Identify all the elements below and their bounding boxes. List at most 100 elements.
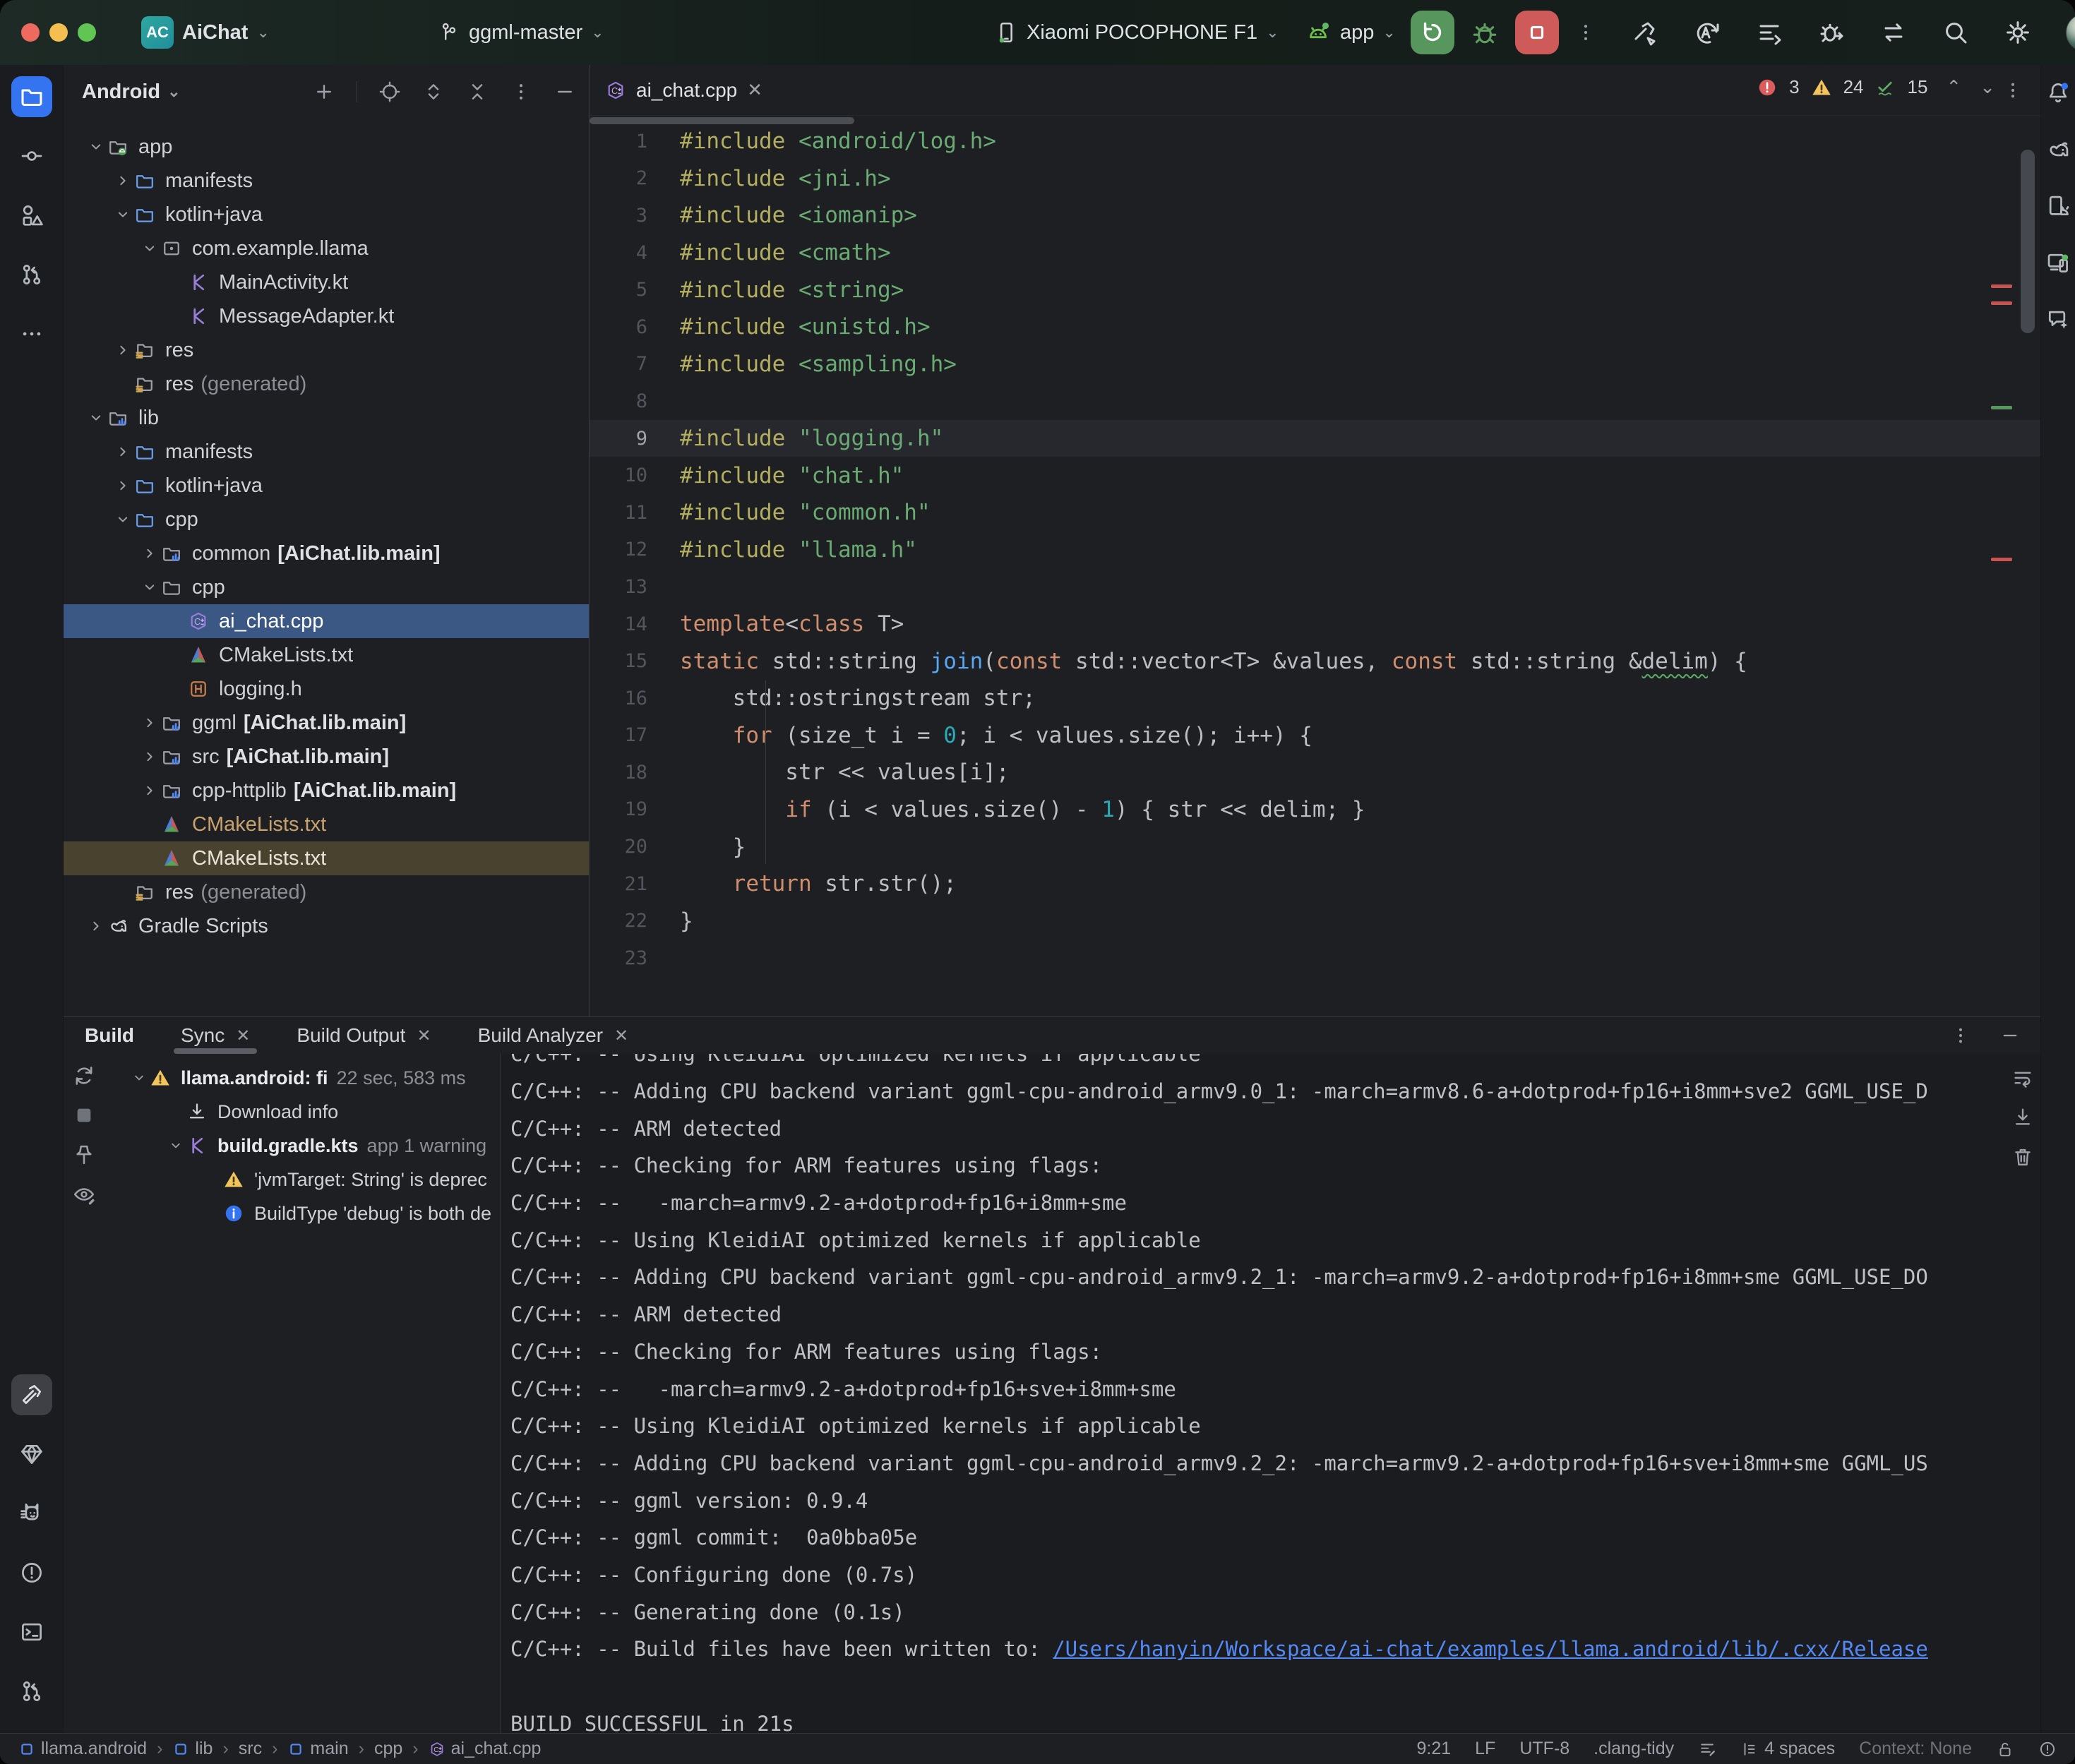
- activity-bar-item-app-quality-insights[interactable]: [11, 1434, 52, 1475]
- tree-item-cpp[interactable]: cpp: [64, 570, 589, 604]
- tree-item-src[interactable]: src[AiChat.lib.main]: [64, 740, 589, 774]
- tree-item-kotlin-java[interactable]: kotlin+java: [64, 198, 589, 232]
- inspections-widget[interactable]: 3 24 15 ⌃ ⌄: [1757, 76, 1995, 98]
- editor-scrollbar[interactable]: [2021, 150, 2035, 333]
- tree-item-res[interactable]: res(generated): [64, 367, 589, 401]
- run-configuration-selector[interactable]: app ⌄: [1305, 0, 1396, 65]
- right-strip-running-devices-icon[interactable]: [2045, 250, 2071, 275]
- editor-area[interactable]: C ai_chat.cpp ✕ 1#include <android/log.h…: [590, 65, 2040, 1016]
- build-hammer-icon[interactable]: [1631, 18, 1659, 47]
- highlight-level-icon[interactable]: [2038, 1740, 2057, 1758]
- prev-problem-icon[interactable]: ⌃: [1946, 76, 1961, 98]
- editor-tab[interactable]: C ai_chat.cpp ✕: [590, 65, 779, 115]
- activity-bar-item-problems[interactable]: [11, 1552, 52, 1593]
- branch-widget[interactable]: ggml-master ⌄: [438, 0, 604, 65]
- editor-options-kebab-icon[interactable]: [2002, 80, 2023, 101]
- chevron-right-icon[interactable]: [112, 476, 134, 495]
- settings-gear-icon[interactable]: [2004, 18, 2032, 47]
- tree-item-res[interactable]: res(generated): [64, 875, 589, 909]
- tree-item-manifests[interactable]: manifests: [64, 164, 589, 198]
- tree-item-cpp-httplib[interactable]: cpp-httplib[AiChat.lib.main]: [64, 774, 589, 808]
- stop-button[interactable]: [1515, 11, 1559, 54]
- context-widget[interactable]: Context: None: [1859, 1739, 1972, 1759]
- chevron-right-icon[interactable]: [112, 341, 134, 359]
- tree-item-common[interactable]: common[AiChat.lib.main]: [64, 536, 589, 570]
- build-tab-build-analyzer[interactable]: Build Analyzer✕: [478, 1017, 629, 1054]
- tree-item-manifests[interactable]: manifests: [64, 435, 589, 469]
- console-file-link[interactable]: /Users/hanyin/Workspace/ai-chat/examples…: [1053, 1637, 1928, 1661]
- activity-bar-item-commit[interactable]: [11, 136, 52, 176]
- close-tab-icon[interactable]: ✕: [417, 1026, 431, 1046]
- tree-item-messageadapter-kt[interactable]: MessageAdapter.kt: [64, 299, 589, 333]
- close-tab-icon[interactable]: ✕: [236, 1026, 250, 1046]
- indent-widget[interactable]: 4 spaces: [1740, 1739, 1835, 1759]
- chevron-down-icon[interactable]: [85, 409, 107, 427]
- next-problem-icon[interactable]: ⌄: [1980, 76, 1995, 98]
- add-icon[interactable]: [313, 80, 335, 103]
- chevron-down-icon[interactable]: [112, 205, 134, 224]
- tree-item-gradle-scripts[interactable]: Gradle Scripts: [64, 909, 589, 943]
- build-tab-build-output[interactable]: Build Output✕: [297, 1017, 431, 1054]
- caret-position[interactable]: 9:21: [1416, 1739, 1451, 1759]
- chevron-down-icon[interactable]: [138, 578, 161, 596]
- more-run-actions-button[interactable]: [1574, 21, 1597, 44]
- tree-item-cmakelists-txt[interactable]: CMakeLists.txt: [64, 638, 589, 672]
- activity-bar-item-build[interactable]: [11, 1374, 52, 1415]
- activity-bar-item-resource-manager[interactable]: [11, 195, 52, 236]
- tree-item-com-example-llama[interactable]: com.example.llama: [64, 232, 589, 265]
- change-stripe-mark[interactable]: [1991, 406, 2012, 409]
- chevron-down-icon[interactable]: [112, 510, 134, 529]
- scroll-to-end-icon[interactable]: [2011, 1106, 2034, 1129]
- right-strip-device-manager-icon[interactable]: [2045, 193, 2071, 219]
- analyzer-config[interactable]: .clang-tidy: [1593, 1739, 1674, 1759]
- attach-debugger-icon[interactable]: [1817, 18, 1846, 47]
- clear-console-icon[interactable]: [2011, 1146, 2034, 1168]
- soft-wrap-icon[interactable]: [2011, 1067, 2034, 1089]
- tree-item-kotlin-java[interactable]: kotlin+java: [64, 469, 589, 503]
- minimize-panel-icon[interactable]: [1999, 1025, 2021, 1046]
- chevron-down-icon[interactable]: [128, 1069, 150, 1086]
- tree-item-logging-h[interactable]: logging.h: [64, 672, 589, 706]
- user-avatar[interactable]: [2066, 13, 2075, 52]
- build-tree-item[interactable]: BuildType 'debug' is both de: [104, 1196, 500, 1230]
- search-everywhere-icon[interactable]: [1942, 18, 1970, 47]
- zoom-window-button[interactable]: [78, 23, 96, 42]
- tree-item-ggml[interactable]: ggml[AiChat.lib.main]: [64, 706, 589, 740]
- refresh-sync-icon[interactable]: [72, 1064, 96, 1088]
- breadcrumb-item[interactable]: src: [239, 1739, 262, 1759]
- tree-item-mainactivity-kt[interactable]: MainActivity.kt: [64, 265, 589, 299]
- chevron-right-icon[interactable]: [138, 781, 161, 800]
- activity-bar-item-version-control[interactable]: [11, 1671, 52, 1712]
- options-kebab-icon[interactable]: [510, 80, 532, 103]
- activity-bar-item-logcat[interactable]: [11, 1493, 52, 1534]
- update-project-icon[interactable]: [1879, 18, 1908, 47]
- chevron-right-icon[interactable]: [112, 443, 134, 461]
- minimize-window-button[interactable]: [49, 23, 68, 42]
- breadcrumb-item[interactable]: main: [287, 1739, 348, 1759]
- build-console[interactable]: C/C++: -- Using KleidiAI optimized kerne…: [500, 1054, 2005, 1733]
- project-view-selector[interactable]: Android ⌄: [82, 80, 181, 104]
- stop-sync-icon[interactable]: [72, 1103, 96, 1127]
- chevron-right-icon[interactable]: [112, 172, 134, 190]
- line-separator[interactable]: LF: [1475, 1739, 1495, 1759]
- tree-item-res[interactable]: res: [64, 333, 589, 367]
- chevron-right-icon[interactable]: [138, 544, 161, 563]
- chevron-down-icon[interactable]: [165, 1137, 186, 1154]
- build-tab-sync[interactable]: Sync✕: [181, 1017, 250, 1054]
- pin-icon[interactable]: [72, 1143, 96, 1167]
- error-stripe-mark[interactable]: [1991, 301, 2012, 305]
- breadcrumb-item[interactable]: lib: [172, 1739, 213, 1759]
- tree-item-cmakelists-txt[interactable]: CMakeLists.txt: [64, 808, 589, 841]
- device-selector[interactable]: Xiaomi POCOPHONE F1 ⌄: [994, 0, 1279, 65]
- breadcrumb-item[interactable]: Cai_chat.cpp: [429, 1739, 542, 1759]
- chevron-right-icon[interactable]: [85, 917, 107, 935]
- build-tree-item[interactable]: 'jvmTarget: String' is deprec: [104, 1163, 500, 1196]
- chevron-right-icon[interactable]: [138, 748, 161, 766]
- chevron-down-icon[interactable]: [85, 138, 107, 156]
- code-editor[interactable]: 1#include <android/log.h>2#include <jni.…: [590, 116, 2040, 1016]
- build-tree-item[interactable]: build.gradle.ktsapp 1 warning: [104, 1129, 500, 1163]
- show-options-eye-icon[interactable]: [72, 1182, 96, 1206]
- chevron-down-icon[interactable]: [138, 239, 161, 258]
- chevron-right-icon[interactable]: [138, 714, 161, 732]
- run-button[interactable]: [1411, 11, 1454, 54]
